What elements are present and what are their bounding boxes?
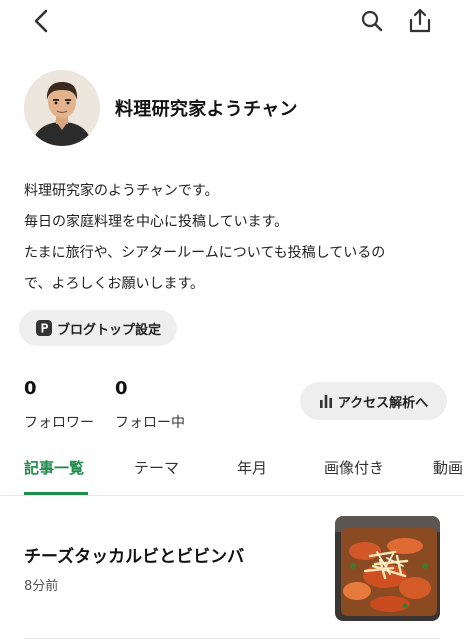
following-count: 0 xyxy=(115,378,128,399)
profile-bio: 料理研究家のようチャンです。 毎日の家庭料理を中心に投稿しています。 たまに旅行… xyxy=(24,176,444,300)
search-button[interactable] xyxy=(356,5,388,37)
divider xyxy=(24,638,440,639)
tab-with-images[interactable]: 画像付き xyxy=(324,457,384,478)
article-list-item[interactable]: チーズタッカルビとビビンバ 8分前 xyxy=(0,497,464,640)
avatar-image xyxy=(24,70,100,146)
article-title: チーズタッカルビとビビンバ xyxy=(24,547,245,567)
food-photo xyxy=(335,516,440,621)
following-label: フォロー中 xyxy=(115,415,185,431)
chevron-left-icon xyxy=(34,9,48,33)
following-stat[interactable]: 0 フォロー中 xyxy=(115,378,185,432)
back-button[interactable] xyxy=(26,6,56,36)
bar-chart-icon xyxy=(319,395,332,408)
followers-label: フォロワー xyxy=(24,415,94,431)
bio-line: で、よろしくお願いします。 xyxy=(24,276,205,292)
tab-themes[interactable]: テーマ xyxy=(134,457,179,478)
followers-stat[interactable]: 0 フォロワー xyxy=(24,378,94,432)
profile-name: 料理研究家ようチャン xyxy=(115,99,298,120)
blog-top-settings-button[interactable]: ブログトップ設定 xyxy=(19,310,178,346)
search-icon xyxy=(361,10,383,32)
content-tabs: 記事一覧 テーマ 年月 画像付き 動画 xyxy=(0,445,464,496)
active-tab-indicator xyxy=(24,492,88,495)
article-timestamp: 8分前 xyxy=(24,579,59,594)
profile-header: 料理研究家ようチャン xyxy=(24,70,298,146)
article-thumbnail xyxy=(335,516,440,621)
tab-videos[interactable]: 動画 xyxy=(433,457,463,478)
blog-p-icon xyxy=(36,320,52,336)
access-analytics-button[interactable]: アクセス解析へ xyxy=(300,382,447,420)
top-bar xyxy=(0,0,464,44)
share-icon xyxy=(409,8,431,33)
access-analytics-label: アクセス解析へ xyxy=(337,395,429,411)
avatar[interactable] xyxy=(24,70,100,146)
share-button[interactable] xyxy=(403,4,437,38)
bio-line: 料理研究家のようチャンです。 xyxy=(24,183,219,199)
bio-line: 毎日の家庭料理を中心に投稿しています。 xyxy=(24,214,289,230)
followers-count: 0 xyxy=(24,378,37,399)
tab-year-month[interactable]: 年月 xyxy=(237,457,267,478)
tab-articles[interactable]: 記事一覧 xyxy=(24,457,84,478)
bio-line: たまに旅行や、シアタールームについても投稿しているの xyxy=(24,245,386,261)
blog-top-settings-label: ブログトップ設定 xyxy=(57,322,162,338)
